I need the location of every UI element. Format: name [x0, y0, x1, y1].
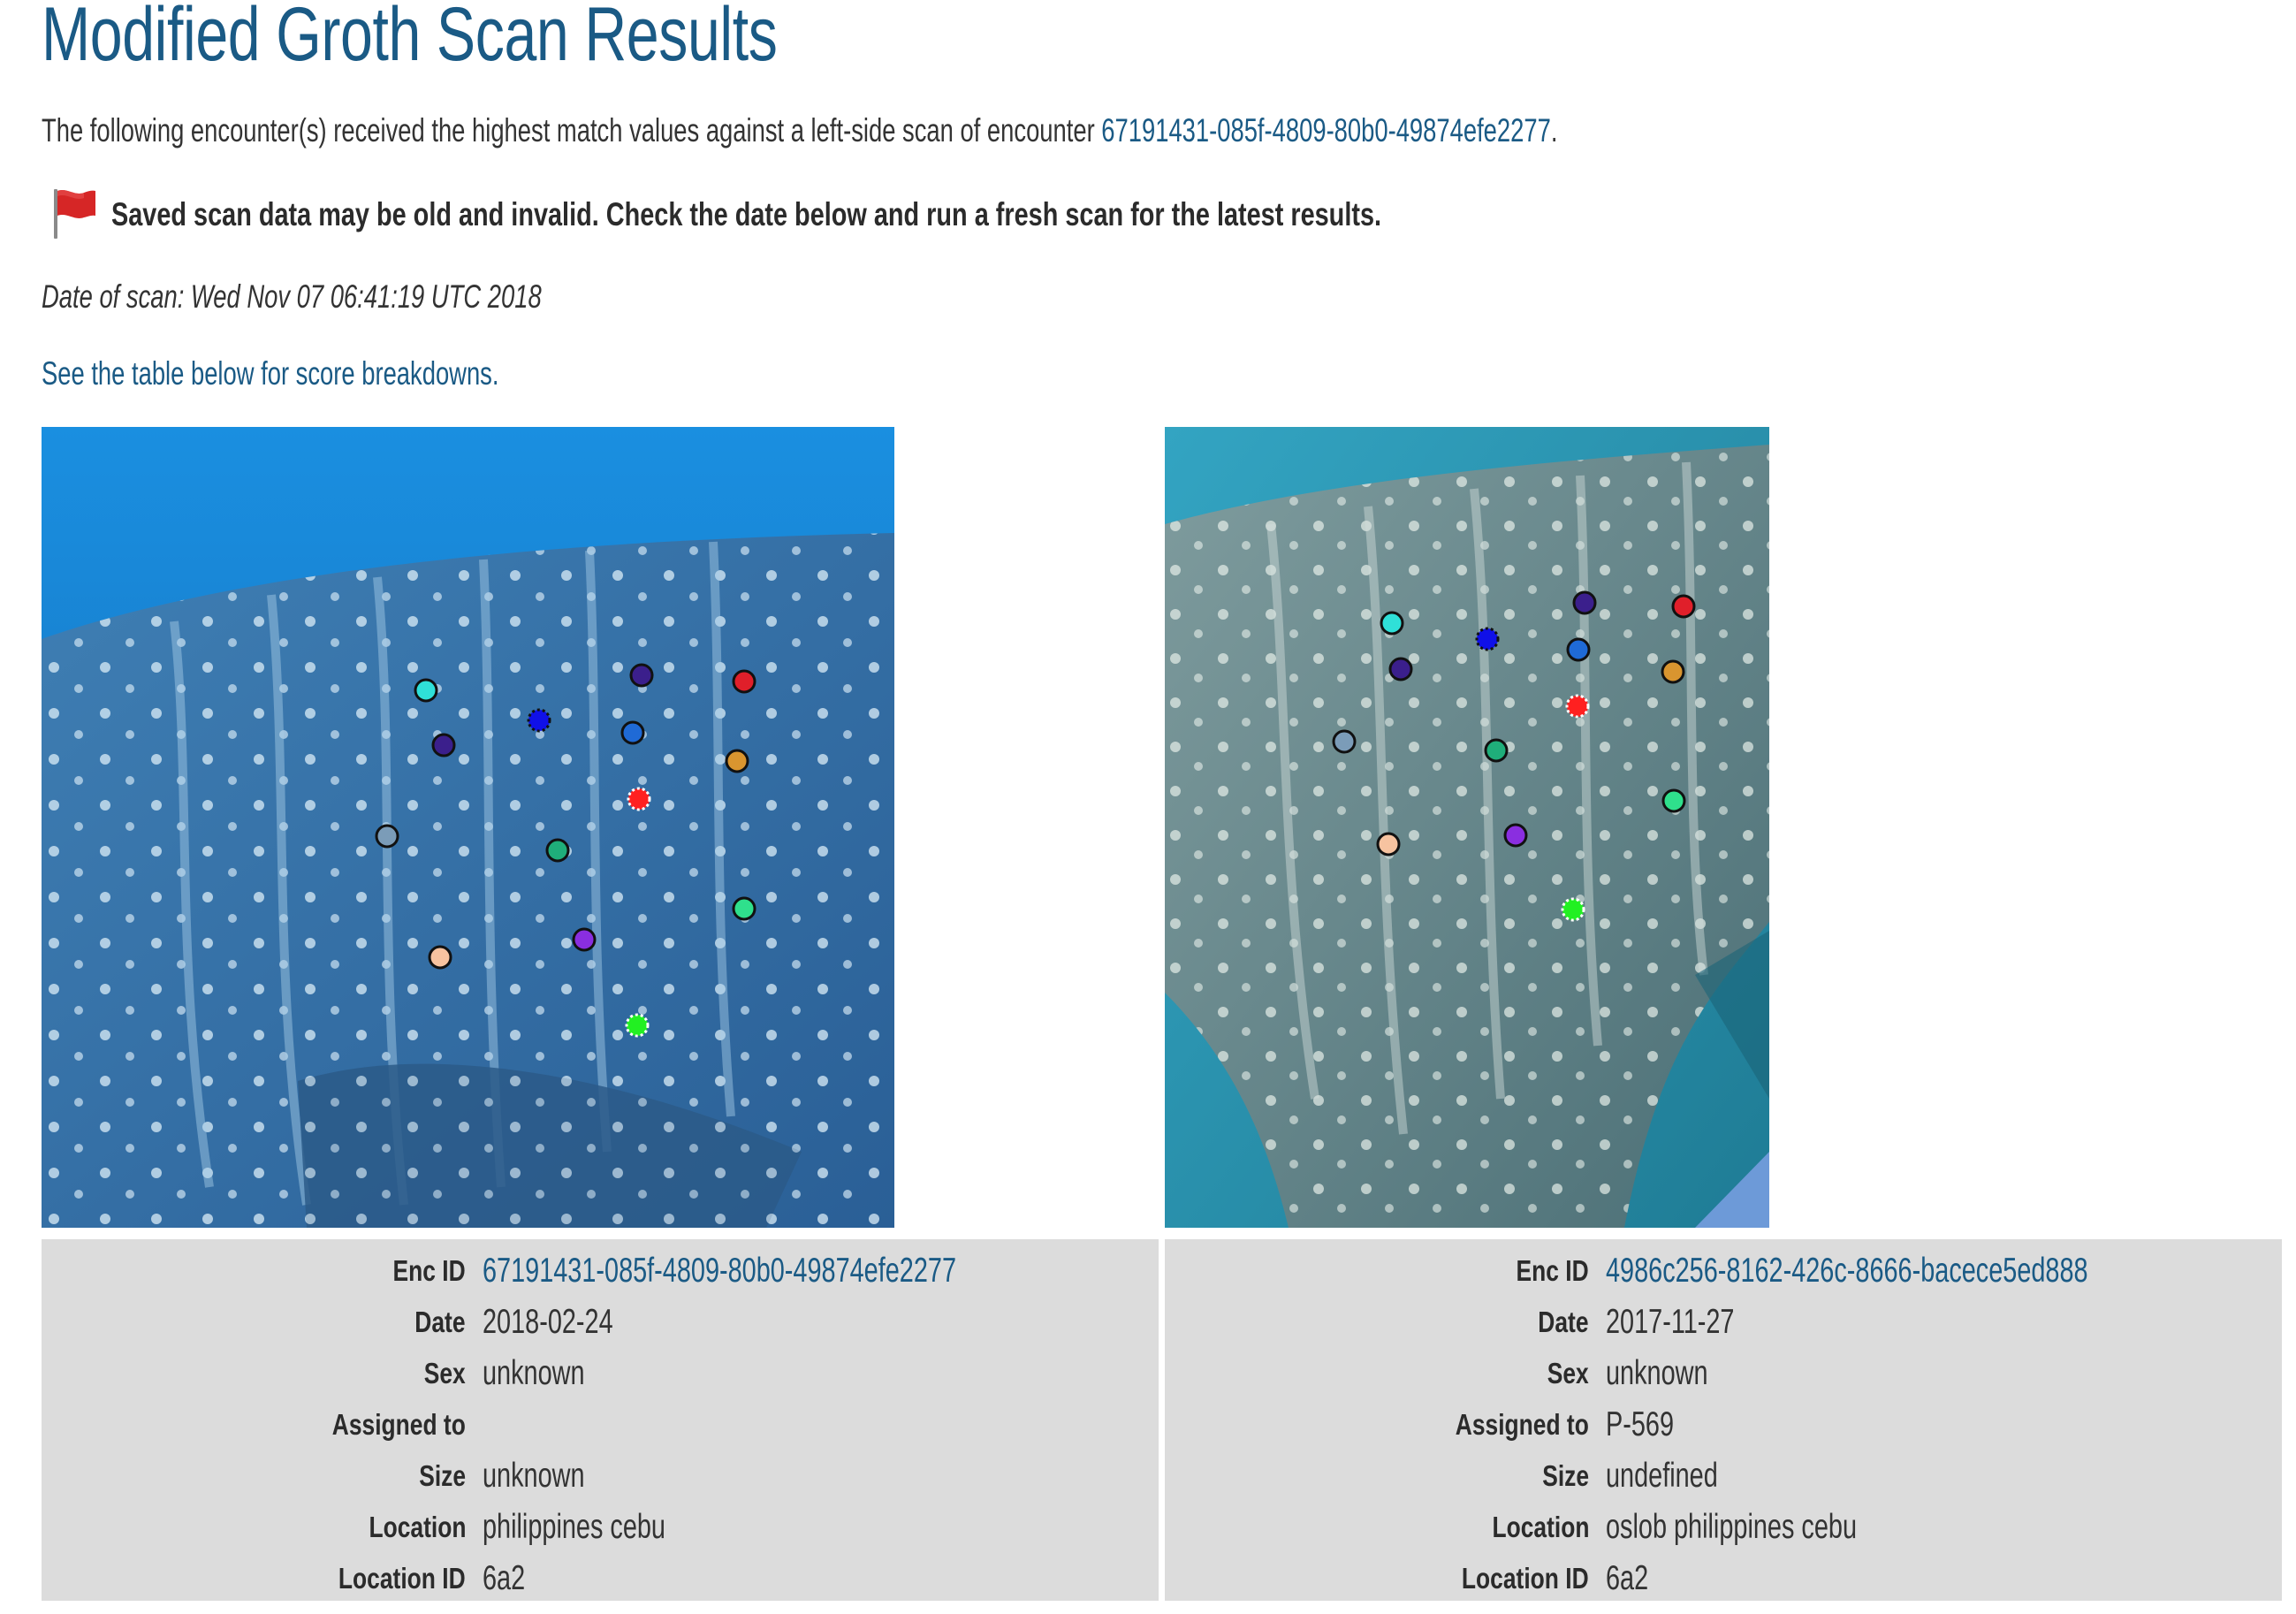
score-breakdown-link[interactable]: See the table below for score breakdowns… [42, 357, 498, 390]
left-scan-image [42, 427, 894, 1228]
location-label: Location [369, 1511, 466, 1543]
assigned-to-row: Assigned to P-569 [1165, 1399, 2282, 1450]
sex-label: Sex [424, 1357, 466, 1389]
location-value: philippines cebu [483, 1508, 665, 1546]
location-row: Location philippines cebu [42, 1502, 1159, 1553]
location-label: Location [1492, 1511, 1589, 1543]
sex-value: unknown [1606, 1354, 1708, 1392]
location-row: Location oslob philippines cebu [1165, 1502, 2282, 1553]
intro-prefix: The following encounter(s) received the … [42, 112, 1102, 148]
location-id-label: Location ID [1462, 1562, 1589, 1595]
size-row: Size unknown [42, 1450, 1159, 1502]
enc-id-link[interactable]: 4986c256-8162-426c-8666-bacece5ed888 [1606, 1245, 2088, 1297]
enc-id-label: Enc ID [392, 1254, 466, 1287]
location-id-label: Location ID [338, 1562, 466, 1595]
location-id-value: 6a2 [483, 1559, 526, 1597]
location-id-row: Location ID 6a2 [42, 1553, 1159, 1604]
date-row: Date 2018-02-24 [42, 1297, 1159, 1348]
right-encounter-info: Enc ID 4986c256-8162-426c-8666-bacece5ed… [1165, 1239, 2282, 1601]
assigned-to-value: P-569 [1606, 1405, 1675, 1443]
page-title: Modified Groth Scan Results [42, 0, 778, 77]
stale-data-warning: Saved scan data may be old and invalid. … [51, 187, 1739, 240]
enc-id-row: Enc ID 67191431-085f-4809-80b0-49874efe2… [42, 1245, 1159, 1297]
left-encounter-info: Enc ID 67191431-085f-4809-80b0-49874efe2… [42, 1239, 1159, 1601]
scan-date: Date of scan: Wed Nov 07 06:41:19 UTC 20… [42, 278, 542, 315]
date-value: 2018-02-24 [483, 1303, 613, 1341]
intro-encounter-link[interactable]: 67191431-085f-4809-80b0-49874efe2277 [1101, 112, 1551, 148]
size-label: Size [1542, 1459, 1589, 1492]
date-label: Date [1538, 1306, 1589, 1338]
assigned-to-label: Assigned to [1455, 1408, 1589, 1441]
assigned-to-label: Assigned to [331, 1408, 466, 1441]
location-value: oslob philippines cebu [1606, 1508, 1857, 1546]
red-flag-icon [51, 187, 97, 240]
size-row: Size undefined [1165, 1450, 2282, 1502]
sex-row: Sex unknown [42, 1348, 1159, 1399]
location-id-value: 6a2 [1606, 1559, 1649, 1597]
size-value: undefined [1606, 1457, 1718, 1495]
sex-value: unknown [483, 1354, 585, 1392]
date-value: 2017-11-27 [1606, 1303, 1735, 1341]
size-value: unknown [483, 1457, 585, 1495]
location-id-row: Location ID 6a2 [1165, 1553, 2282, 1604]
enc-id-row: Enc ID 4986c256-8162-426c-8666-bacece5ed… [1165, 1245, 2282, 1297]
warning-text: Saved scan data may be old and invalid. … [111, 195, 1382, 232]
enc-id-link[interactable]: 67191431-085f-4809-80b0-49874efe2277 [483, 1245, 956, 1297]
date-row: Date 2017-11-27 [1165, 1297, 2282, 1348]
sex-label: Sex [1547, 1357, 1589, 1389]
intro-suffix: . [1550, 112, 1558, 148]
assigned-to-row: Assigned to [42, 1399, 1159, 1450]
sex-row: Sex unknown [1165, 1348, 2282, 1399]
date-label: Date [414, 1306, 466, 1338]
intro-text: The following encounter(s) received the … [42, 114, 1557, 147]
size-label: Size [419, 1459, 466, 1492]
right-scan-image [1165, 427, 1769, 1228]
enc-id-label: Enc ID [1516, 1254, 1589, 1287]
